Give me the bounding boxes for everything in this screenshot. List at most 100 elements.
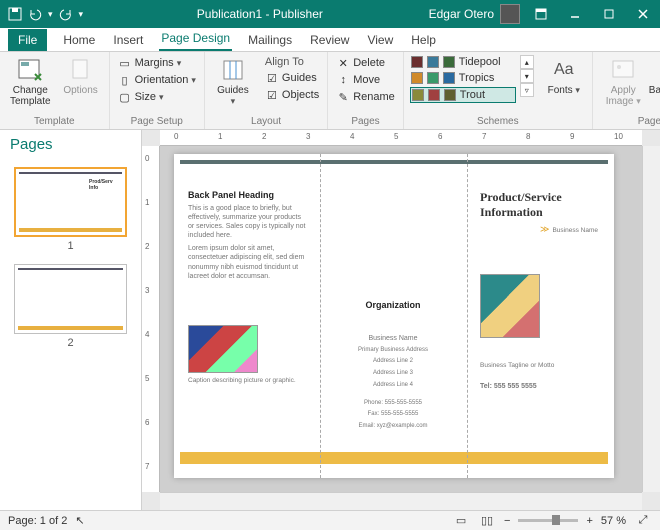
scheme-tidepool[interactable]: Tidepool xyxy=(410,55,516,69)
front-biz: Business Name xyxy=(552,227,598,234)
zoom-slider[interactable] xyxy=(518,519,578,522)
back-image xyxy=(188,325,258,373)
quick-access-toolbar: ▾ ▾ xyxy=(0,7,91,21)
scheme-trout[interactable]: Trout xyxy=(410,87,516,103)
fold-guide-1 xyxy=(320,154,321,478)
size-button[interactable]: ▢Size▾ xyxy=(116,89,198,105)
scheme-gallery[interactable]: Tidepool Tropics Trout xyxy=(410,55,516,103)
canvas-area: 012345678910 01234567 Back Panel Heading… xyxy=(142,130,660,510)
title-bar: ▾ ▾ Publication1 - Publisher Edgar Otero xyxy=(0,0,660,28)
page-thumb-2-label: 2 xyxy=(14,337,127,349)
undo-icon[interactable] xyxy=(28,7,42,21)
mid-panel: Organization Business Name Primary Busin… xyxy=(324,184,462,448)
tab-mailings[interactable]: Mailings xyxy=(246,29,294,51)
window-title: Publication1 - Publisher xyxy=(91,7,429,21)
qat-customize-icon[interactable]: ▾ xyxy=(79,9,84,20)
front-panel: Product/Service Information ≫Business Na… xyxy=(472,184,606,448)
addr-3: Address Line 3 xyxy=(332,370,454,378)
ruler-horizontal: 012345678910 xyxy=(160,130,642,146)
scheme-up-icon[interactable]: ▴ xyxy=(520,55,534,69)
tab-review[interactable]: Review xyxy=(308,29,351,51)
status-bar: Page: 1 of 2 ↖ ▭ ▯▯ − + 57 % ⤢ xyxy=(0,510,660,530)
scheme-down-icon[interactable]: ▾ xyxy=(520,69,534,83)
rename-page-button[interactable]: ✎Rename xyxy=(334,89,397,105)
scheme-tropics[interactable]: Tropics xyxy=(410,71,516,85)
ruler-vertical: 01234567 xyxy=(142,146,160,492)
zoom-out-icon[interactable]: − xyxy=(504,515,510,527)
page-indicator[interactable]: Page: 1 of 2 xyxy=(8,515,67,527)
group-page-setup: ▭Margins▾ ▯Orientation▾ ▢Size▾ Page Setu… xyxy=(110,52,205,129)
align-objects-check[interactable]: ☑Objects xyxy=(263,87,321,103)
page-thumb-1[interactable]: Prod/Serv Info xyxy=(14,167,127,237)
pages-panel-header: Pages xyxy=(0,130,141,159)
workspace: Pages Prod/Serv Info 1 2 012345678910 xyxy=(0,130,660,510)
avatar xyxy=(500,4,520,24)
page-thumb-2[interactable] xyxy=(14,264,127,334)
zoom-level[interactable]: 57 % xyxy=(601,515,626,527)
scroll-viewport[interactable]: Back Panel Heading This is a good place … xyxy=(160,146,642,492)
back-para-1: This is a good place to briefly, but eff… xyxy=(188,204,308,240)
addr-4: Address Line 4 xyxy=(332,382,454,390)
back-caption: Caption describing picture or graphic. xyxy=(188,377,308,385)
email: Email: xyz@example.com xyxy=(332,423,454,431)
back-heading: Back Panel Heading xyxy=(188,190,308,200)
scrollbar-vertical[interactable] xyxy=(642,146,660,492)
group-label: Template xyxy=(6,116,103,127)
tab-page-design[interactable]: Page Design xyxy=(159,27,232,51)
phone: Phone: 555-555-5555 xyxy=(332,400,454,408)
tab-view[interactable]: View xyxy=(365,29,395,51)
fit-page-icon[interactable]: ⤢ xyxy=(634,513,652,529)
margins-button[interactable]: ▭Margins▾ xyxy=(116,55,198,71)
save-icon[interactable] xyxy=(8,7,22,21)
addr-2: Address Line 2 xyxy=(332,358,454,366)
group-pages: ✕Delete ↕Move ✎Rename Pages xyxy=(328,52,404,129)
publication-page[interactable]: Back Panel Heading This is a good place … xyxy=(174,154,614,478)
tab-help[interactable]: Help xyxy=(409,29,438,51)
move-page-button[interactable]: ↕Move xyxy=(334,72,397,88)
account-area[interactable]: Edgar Otero xyxy=(429,4,524,24)
back-panel: Back Panel Heading This is a good place … xyxy=(180,184,316,448)
change-template-button[interactable]: Change Template xyxy=(6,55,55,109)
group-label: Page Setup xyxy=(116,116,198,127)
front-title: Product/Service Information xyxy=(480,190,598,220)
close-icon[interactable] xyxy=(626,0,660,28)
apply-image-button: Apply Image ▾ xyxy=(599,55,648,109)
two-page-view-icon[interactable]: ▯▯ xyxy=(478,513,496,529)
scheme-more-icon[interactable]: ▿ xyxy=(520,83,534,97)
scrollbar-horizontal[interactable] xyxy=(160,492,642,510)
redo-icon[interactable] xyxy=(59,7,73,21)
maximize-icon[interactable] xyxy=(592,0,626,28)
align-to-label: Align To xyxy=(263,55,321,69)
guides-button[interactable]: Guides ▾ xyxy=(211,55,255,109)
group-page-background: Apply Image ▾ Background ▾ Master Pages … xyxy=(593,52,660,129)
group-label: Pages xyxy=(334,116,397,127)
front-image xyxy=(480,274,540,338)
top-stripe xyxy=(180,160,608,164)
bottom-stripe xyxy=(180,452,608,464)
tab-home[interactable]: Home xyxy=(61,29,97,51)
zoom-in-icon[interactable]: + xyxy=(586,515,592,527)
tab-file[interactable]: File xyxy=(8,29,47,51)
rename-icon: ✎ xyxy=(336,90,350,104)
background-button[interactable]: Background ▾ xyxy=(652,55,660,109)
single-page-view-icon[interactable]: ▭ xyxy=(452,513,470,529)
fax: Fax: 555-555-5555 xyxy=(332,411,454,419)
tagline: Business Tagline or Motto xyxy=(480,362,598,370)
fonts-button[interactable]: Aa Fonts ▾ xyxy=(542,55,586,98)
tel: Tel: 555 555 5555 xyxy=(480,382,598,391)
group-label: Layout xyxy=(211,116,321,127)
tab-insert[interactable]: Insert xyxy=(111,29,145,51)
cursor-icon: ↖ xyxy=(75,514,84,527)
group-schemes: TidepoolTropicsTrout ▴ ▾ ▿ Aa Fonts ▾ Sc… xyxy=(404,52,593,129)
orientation-button[interactable]: ▯Orientation▾ xyxy=(116,72,198,88)
group-layout: Guides ▾ Align To ☑Guides ☑Objects Layou… xyxy=(205,52,328,129)
minimize-icon[interactable] xyxy=(558,0,592,28)
addr-1: Primary Business Address xyxy=(332,347,454,354)
ribbon-display-icon[interactable] xyxy=(524,0,558,28)
fold-guide-2 xyxy=(467,154,468,478)
org-heading: Organization xyxy=(332,300,454,310)
arrow-icon: ≫ xyxy=(540,224,549,234)
align-guides-check[interactable]: ☑Guides xyxy=(263,70,321,86)
undo-dropdown-icon[interactable]: ▾ xyxy=(48,9,53,20)
delete-page-button[interactable]: ✕Delete xyxy=(334,55,397,71)
